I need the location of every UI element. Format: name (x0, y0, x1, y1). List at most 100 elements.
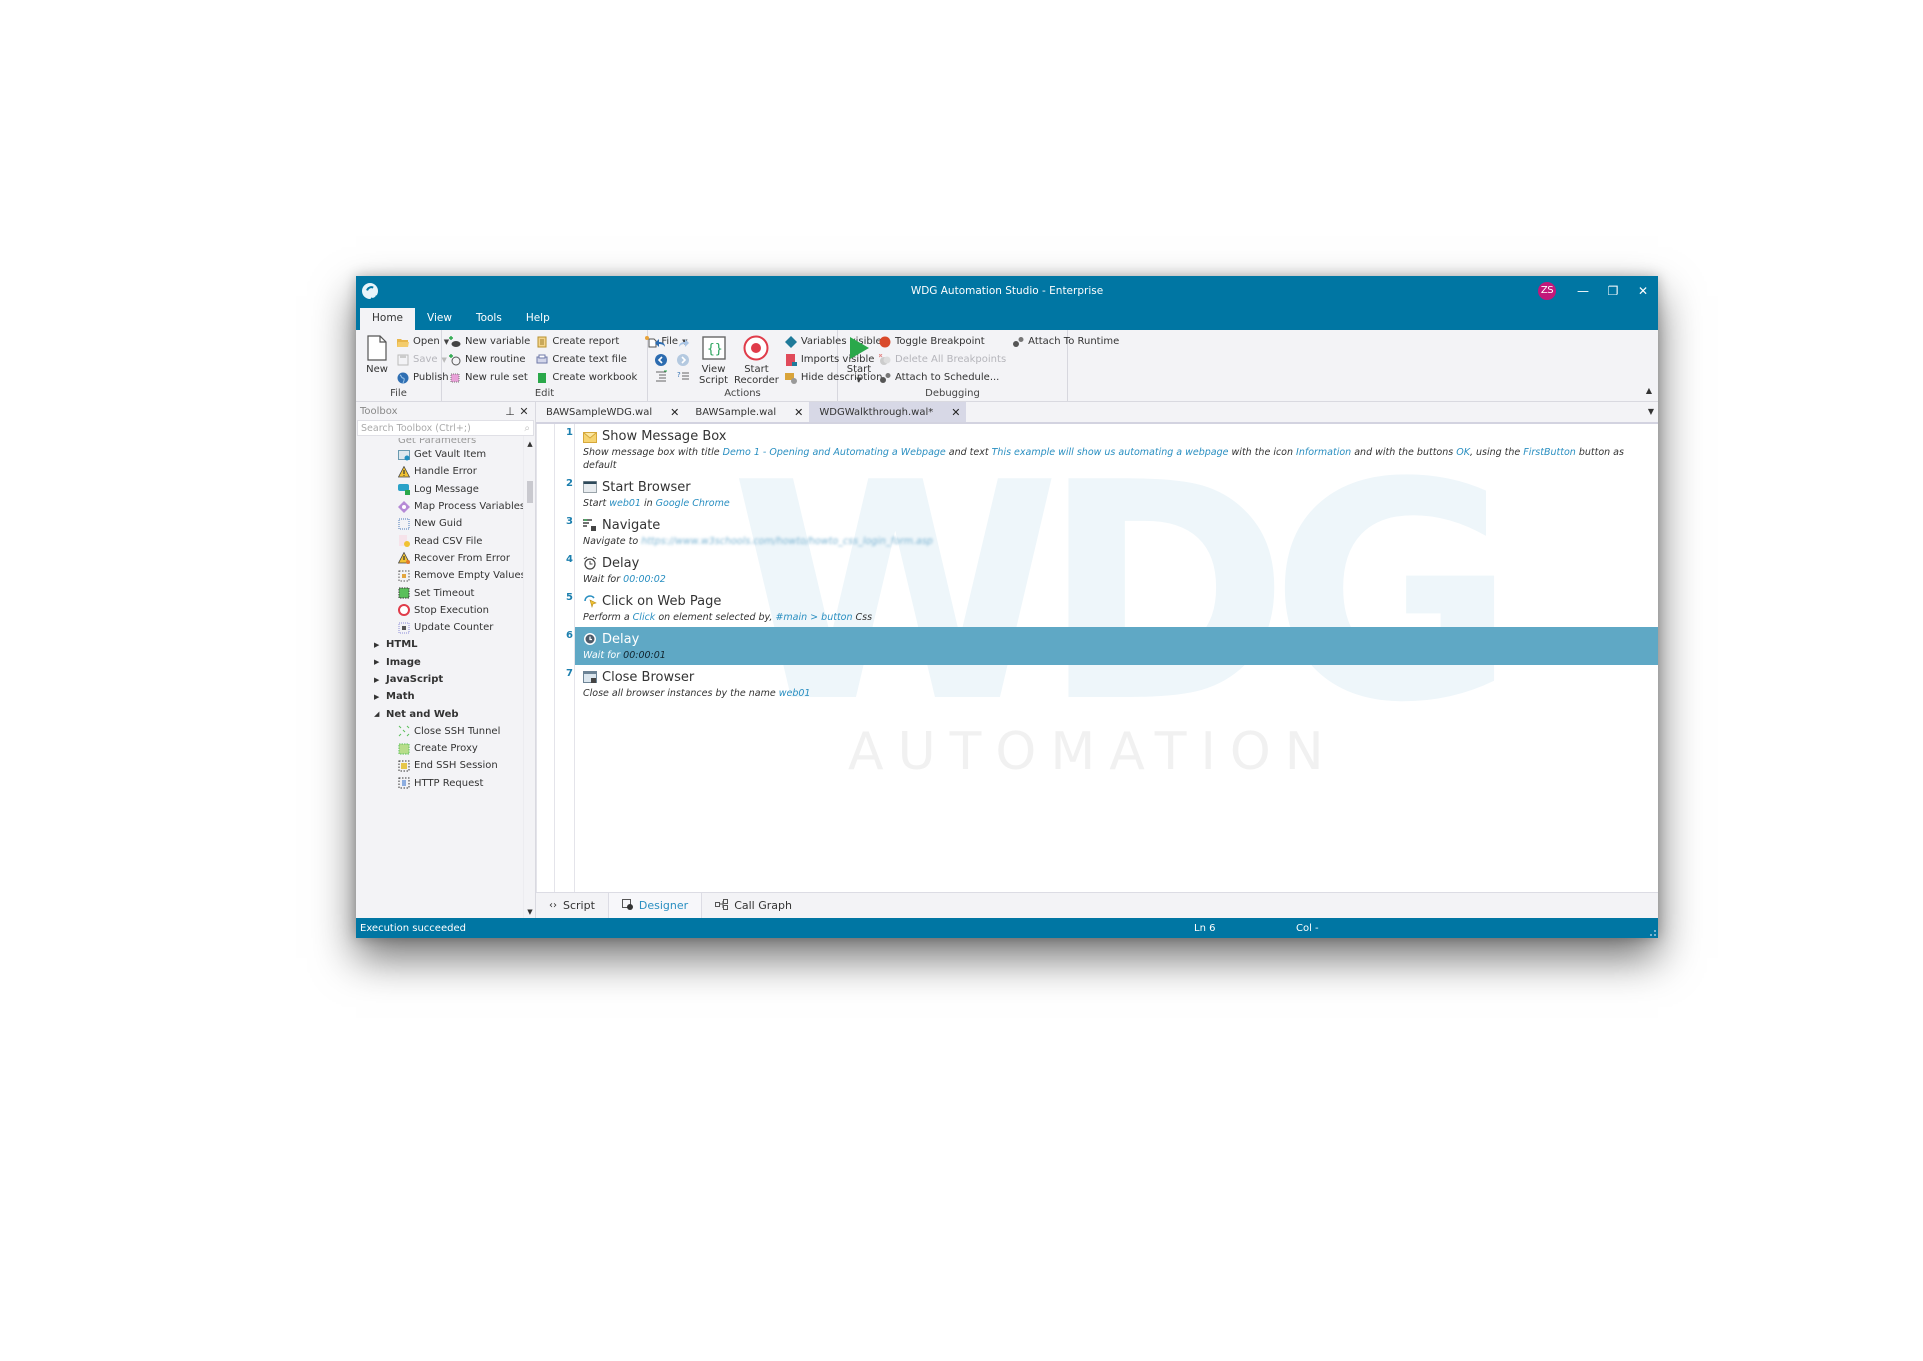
step-parameter-value[interactable]: web01 (609, 498, 641, 509)
step-parameter-value[interactable]: Information (1296, 447, 1351, 458)
alarm-clock-icon (583, 556, 597, 570)
close-tab-icon[interactable]: ✕ (951, 406, 960, 419)
toolbox-item[interactable]: Stop Execution (356, 602, 535, 619)
toolbox-item[interactable]: New Guid (356, 515, 535, 532)
workflow-step[interactable]: 3 Navigate Navigate to https://www.w3schoo… (566, 513, 1658, 551)
toolbox-item[interactable]: Close SSH Tunnel (356, 723, 535, 740)
toolbox-item[interactable]: Handle Error (356, 463, 535, 480)
step-parameter-value[interactable]: 00:00:02 (623, 574, 666, 585)
toolbox-item[interactable]: Get Vault Item (356, 446, 535, 463)
tab-view[interactable]: View (415, 308, 464, 330)
counter-icon (398, 622, 410, 634)
step-parameter-value[interactable]: https://www.w3schools.com/howto/howto_cs… (641, 536, 933, 547)
delete-all-breakpoints-button[interactable]: Delete All Breakpoints (878, 352, 1006, 367)
toolbox-item[interactable]: Remove Empty Values (356, 567, 535, 584)
step-parameter-value[interactable]: Demo 1 - Opening and Automating a Webpag… (723, 447, 946, 458)
workflow-step[interactable]: 1 Show Message Box Show message box with t… (566, 424, 1658, 475)
step-parameter-value[interactable]: 00:00:01 (623, 650, 666, 661)
close-tab-icon[interactable]: ✕ (794, 406, 803, 419)
redo-icon[interactable] (677, 335, 689, 347)
attach-to-schedule-button[interactable]: Attach to Schedule... (879, 370, 1006, 385)
forward-icon[interactable] (677, 351, 689, 366)
comment-lines-icon[interactable]: ? (677, 367, 689, 380)
tab-designer[interactable]: Designer (607, 893, 703, 918)
tab-call-graph[interactable]: Call Graph (702, 893, 805, 918)
scrollbar-thumb[interactable] (527, 481, 533, 503)
toggle-breakpoint-button[interactable]: Toggle Breakpoint (879, 334, 1006, 349)
document-tabs: BAWSampleWDG.wal ✕ BAWSample.wal ✕ WDGWa… (536, 402, 1658, 424)
step-parameter-value[interactable]: OK (1456, 447, 1470, 458)
new-variable-button[interactable]: New variable (449, 334, 530, 349)
step-parameter-value[interactable]: Click (633, 612, 656, 623)
collapsed-arrow-icon[interactable]: ▶ (374, 641, 386, 649)
tab-tools[interactable]: Tools (464, 308, 514, 330)
toolbox-search-input[interactable]: Search Toolbox (Ctrl+;) ⌕ (357, 420, 534, 436)
new-variable-icon (449, 335, 461, 348)
toolbox-item-label: Stop Execution (414, 604, 489, 616)
workflow-step[interactable]: 4 Delay Wait for 00:00:02 (566, 551, 1658, 589)
minimize-button[interactable]: — (1568, 280, 1598, 302)
expanded-arrow-icon[interactable]: ◢ (374, 710, 386, 718)
collapsed-arrow-icon[interactable]: ▶ (374, 658, 386, 666)
rule-set-icon (449, 372, 461, 384)
toolbox-item[interactable]: Read CSV File (356, 532, 535, 549)
user-avatar[interactable]: ZS (1538, 282, 1556, 300)
close-tab-icon[interactable]: ✕ (670, 406, 679, 419)
toolbox-category[interactable]: ▶ JavaScript (356, 671, 535, 688)
toolbox-item[interactable]: Create Proxy (356, 740, 535, 757)
toolbox-item[interactable]: End SSH Session (356, 757, 535, 774)
step-parameter-value[interactable]: FirstButton (1523, 447, 1576, 458)
resize-grip[interactable] (1650, 930, 1656, 936)
close-window-button[interactable]: ✕ (1628, 280, 1658, 302)
workflow-step[interactable]: 7 Close Browser Close all browser instance… (566, 665, 1658, 703)
close-toolbox-icon[interactable]: ✕ (517, 405, 531, 418)
create-text-file-button[interactable]: Create text file (536, 352, 637, 367)
tab-home[interactable]: Home (360, 308, 416, 330)
pin-icon[interactable]: ⊥ (503, 405, 517, 418)
new-routine-button[interactable]: New routine (449, 352, 530, 367)
create-workbook-button[interactable]: Create workbook (536, 370, 637, 385)
collapsed-arrow-icon[interactable]: ▶ (374, 693, 386, 701)
step-description: Wait for 00:00:02 (583, 573, 1654, 586)
step-parameter-value[interactable]: web01 (779, 688, 811, 699)
collapse-ribbon-icon[interactable]: ▲ (1646, 386, 1652, 395)
restore-button[interactable]: ❐ (1598, 280, 1628, 302)
toolbox-item[interactable]: HTTP Request (356, 775, 535, 792)
scroll-down-icon[interactable]: ▼ (524, 908, 535, 916)
toolbox-item[interactable]: Recover From Error (356, 550, 535, 567)
doc-tab-wdgwalkthrough[interactable]: WDGWalkthrough.wal* ✕ (809, 402, 967, 422)
workflow-step[interactable]: 5 Click on Web Page Perform a Click on ele… (566, 589, 1658, 627)
new-rule-set-button[interactable]: New rule set (449, 370, 530, 385)
toolbox-category[interactable]: ◢ Net and Web (356, 705, 535, 722)
workflow-step[interactable]: 6 Delay Wait for 00:00:01 (566, 627, 1658, 665)
toolbox-category[interactable]: ▶ HTML (356, 636, 535, 653)
toolbox-scrollbar[interactable]: ▲ ▼ (523, 436, 535, 918)
doc-tab-bawsamplewdg[interactable]: BAWSampleWDG.wal ✕ (536, 402, 685, 422)
create-report-button[interactable]: Create report (536, 334, 637, 349)
toolbox-item-label: JavaScript (386, 674, 444, 685)
toolbox-item[interactable]: Map Process Variables (356, 498, 535, 515)
step-parameter-value[interactable]: #main > button (775, 612, 852, 623)
toolbox-item[interactable]: Get Parameters (356, 438, 535, 446)
collapsed-arrow-icon[interactable]: ▶ (374, 676, 386, 684)
indent-icon[interactable] (655, 367, 667, 382)
attach-to-runtime-button[interactable]: Attach To Runtime (1012, 334, 1119, 349)
doc-tab-bawsample[interactable]: BAWSample.wal ✕ (685, 402, 809, 422)
toolbox-category[interactable]: ▶ Math (356, 688, 535, 705)
workflow-step[interactable]: 2 Start Browser Start web01 in Google Chro… (566, 475, 1658, 513)
step-title: Close Browser (602, 669, 695, 685)
step-parameter-value[interactable]: This example will show us automating a w… (992, 447, 1229, 458)
scroll-up-icon[interactable]: ▲ (524, 440, 535, 448)
tab-list-dropdown-icon[interactable]: ▼ (1648, 407, 1654, 416)
step-parameter-value[interactable]: Google Chrome (656, 498, 730, 509)
toolbox-item-label: Remove Empty Values (414, 570, 526, 582)
toolbox-category[interactable]: ▶ Image (356, 654, 535, 671)
tab-script[interactable]: ‹› Script (536, 893, 608, 918)
toolbox-item[interactable]: Update Counter (356, 619, 535, 636)
toolbox-item[interactable]: Log Message (356, 481, 535, 498)
step-list: WDG AUTOMATION 1 Show Message Box Show mes… (566, 424, 1658, 892)
undo-icon[interactable] (655, 335, 667, 347)
toolbox-item[interactable]: Set Timeout (356, 584, 535, 601)
tab-help[interactable]: Help (514, 308, 562, 330)
back-icon[interactable] (655, 351, 667, 366)
